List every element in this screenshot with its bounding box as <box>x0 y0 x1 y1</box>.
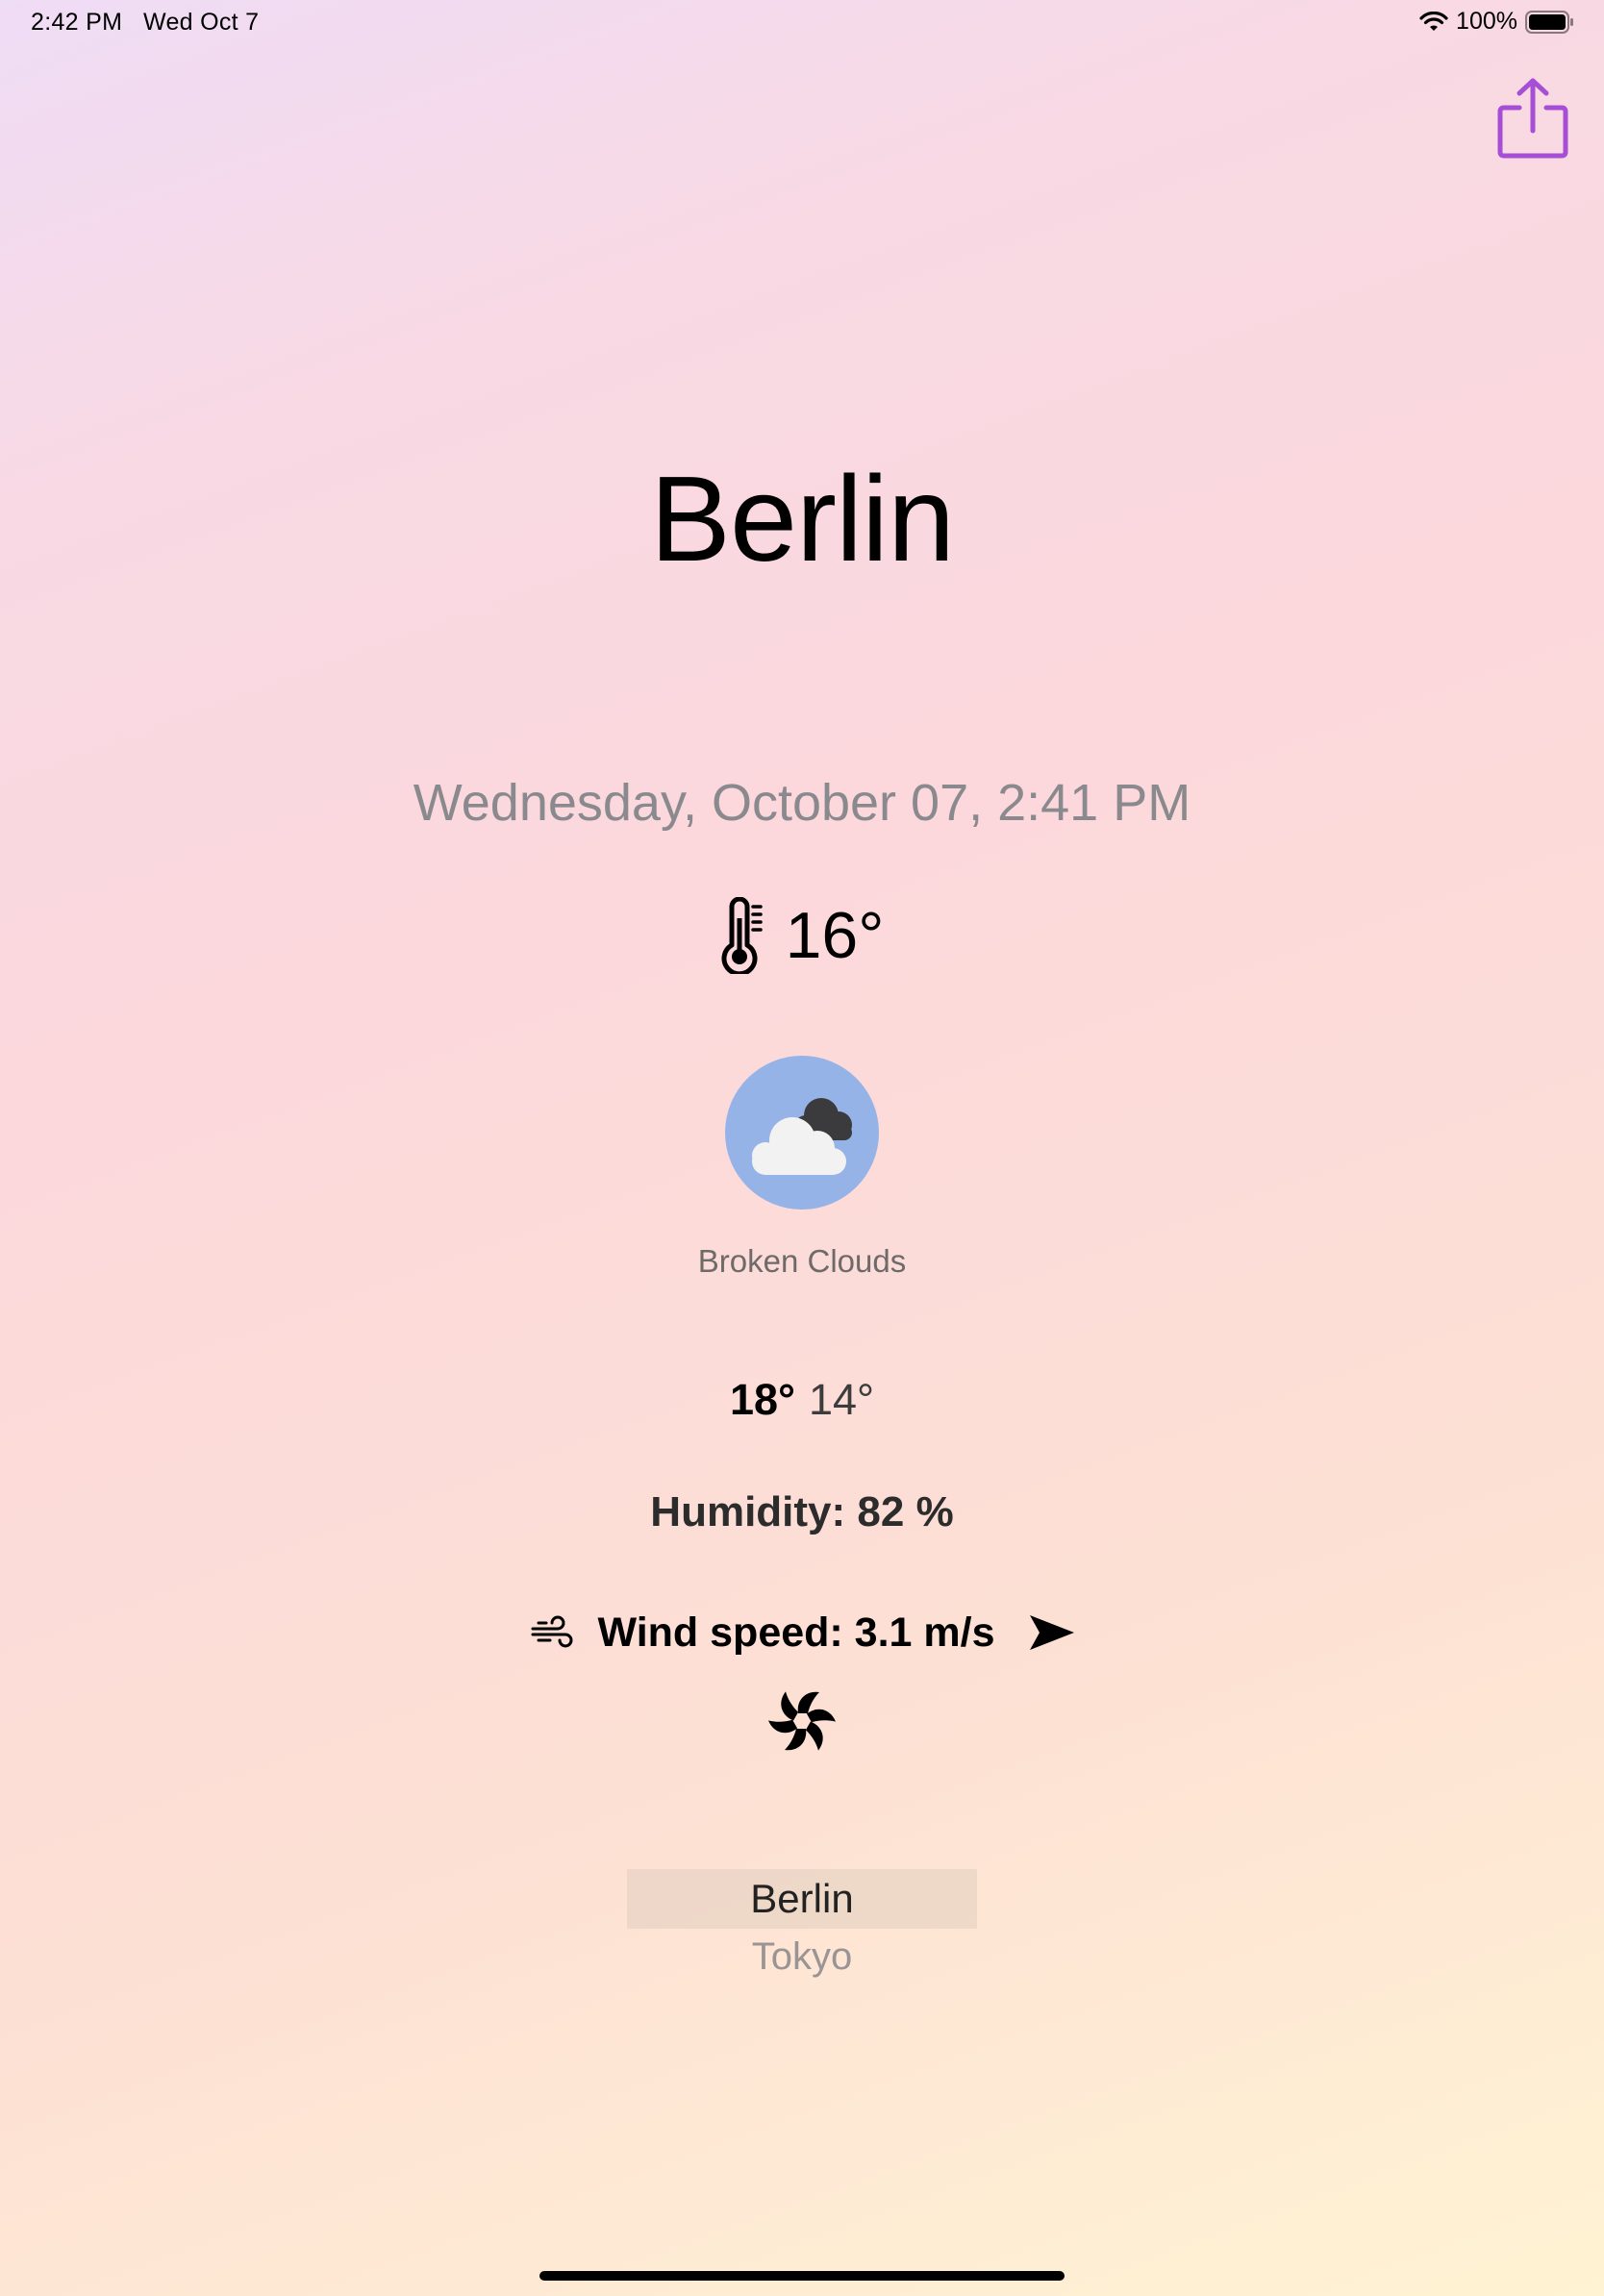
wind-speed-label: Wind speed: 3.1 m/s <box>597 1609 995 1656</box>
temperature-value: 16° <box>785 899 885 972</box>
wind-icon <box>531 1615 572 1648</box>
wifi-icon <box>1419 11 1448 31</box>
battery-icon <box>1525 10 1573 34</box>
min-temperature: 14° <box>809 1375 875 1424</box>
picker-option[interactable]: Tokyo <box>627 1929 977 1984</box>
picker-selected-city[interactable]: Berlin <box>627 1869 977 1929</box>
city-picker[interactable]: Berlin Tokyo <box>627 1869 977 1984</box>
paperplane-direction-icon <box>1029 1615 1074 1650</box>
thermometer-icon <box>721 897 763 974</box>
share-icon <box>1497 78 1568 159</box>
battery-percentage: 100% <box>1456 8 1517 35</box>
current-temperature: 16° <box>0 894 1604 977</box>
city-title: Berlin <box>649 451 955 586</box>
datetime-label: Wednesday, October 07, 2:41 PM <box>413 774 1191 832</box>
weather-condition: Broken Clouds <box>697 1243 907 1279</box>
status-right: 100% <box>1419 8 1575 36</box>
humidity-label: Humidity: 82 % <box>650 1488 954 1535</box>
max-temperature: 18° <box>729 1375 795 1424</box>
status-date: Wed Oct 7 <box>143 9 260 36</box>
status-bar: 2:42 PM Wed Oct 7 100% <box>0 0 1604 46</box>
fan-icon <box>767 1691 837 1751</box>
home-indicator[interactable] <box>539 2271 1065 2281</box>
wind-row: Wind speed: 3.1 m/s <box>0 1604 1604 1661</box>
temperature-range: 18° 14° <box>0 1373 1604 1427</box>
share-button[interactable] <box>1496 77 1569 160</box>
status-time: 2:42 PM <box>31 9 123 36</box>
broken-clouds-icon <box>725 1056 879 1210</box>
